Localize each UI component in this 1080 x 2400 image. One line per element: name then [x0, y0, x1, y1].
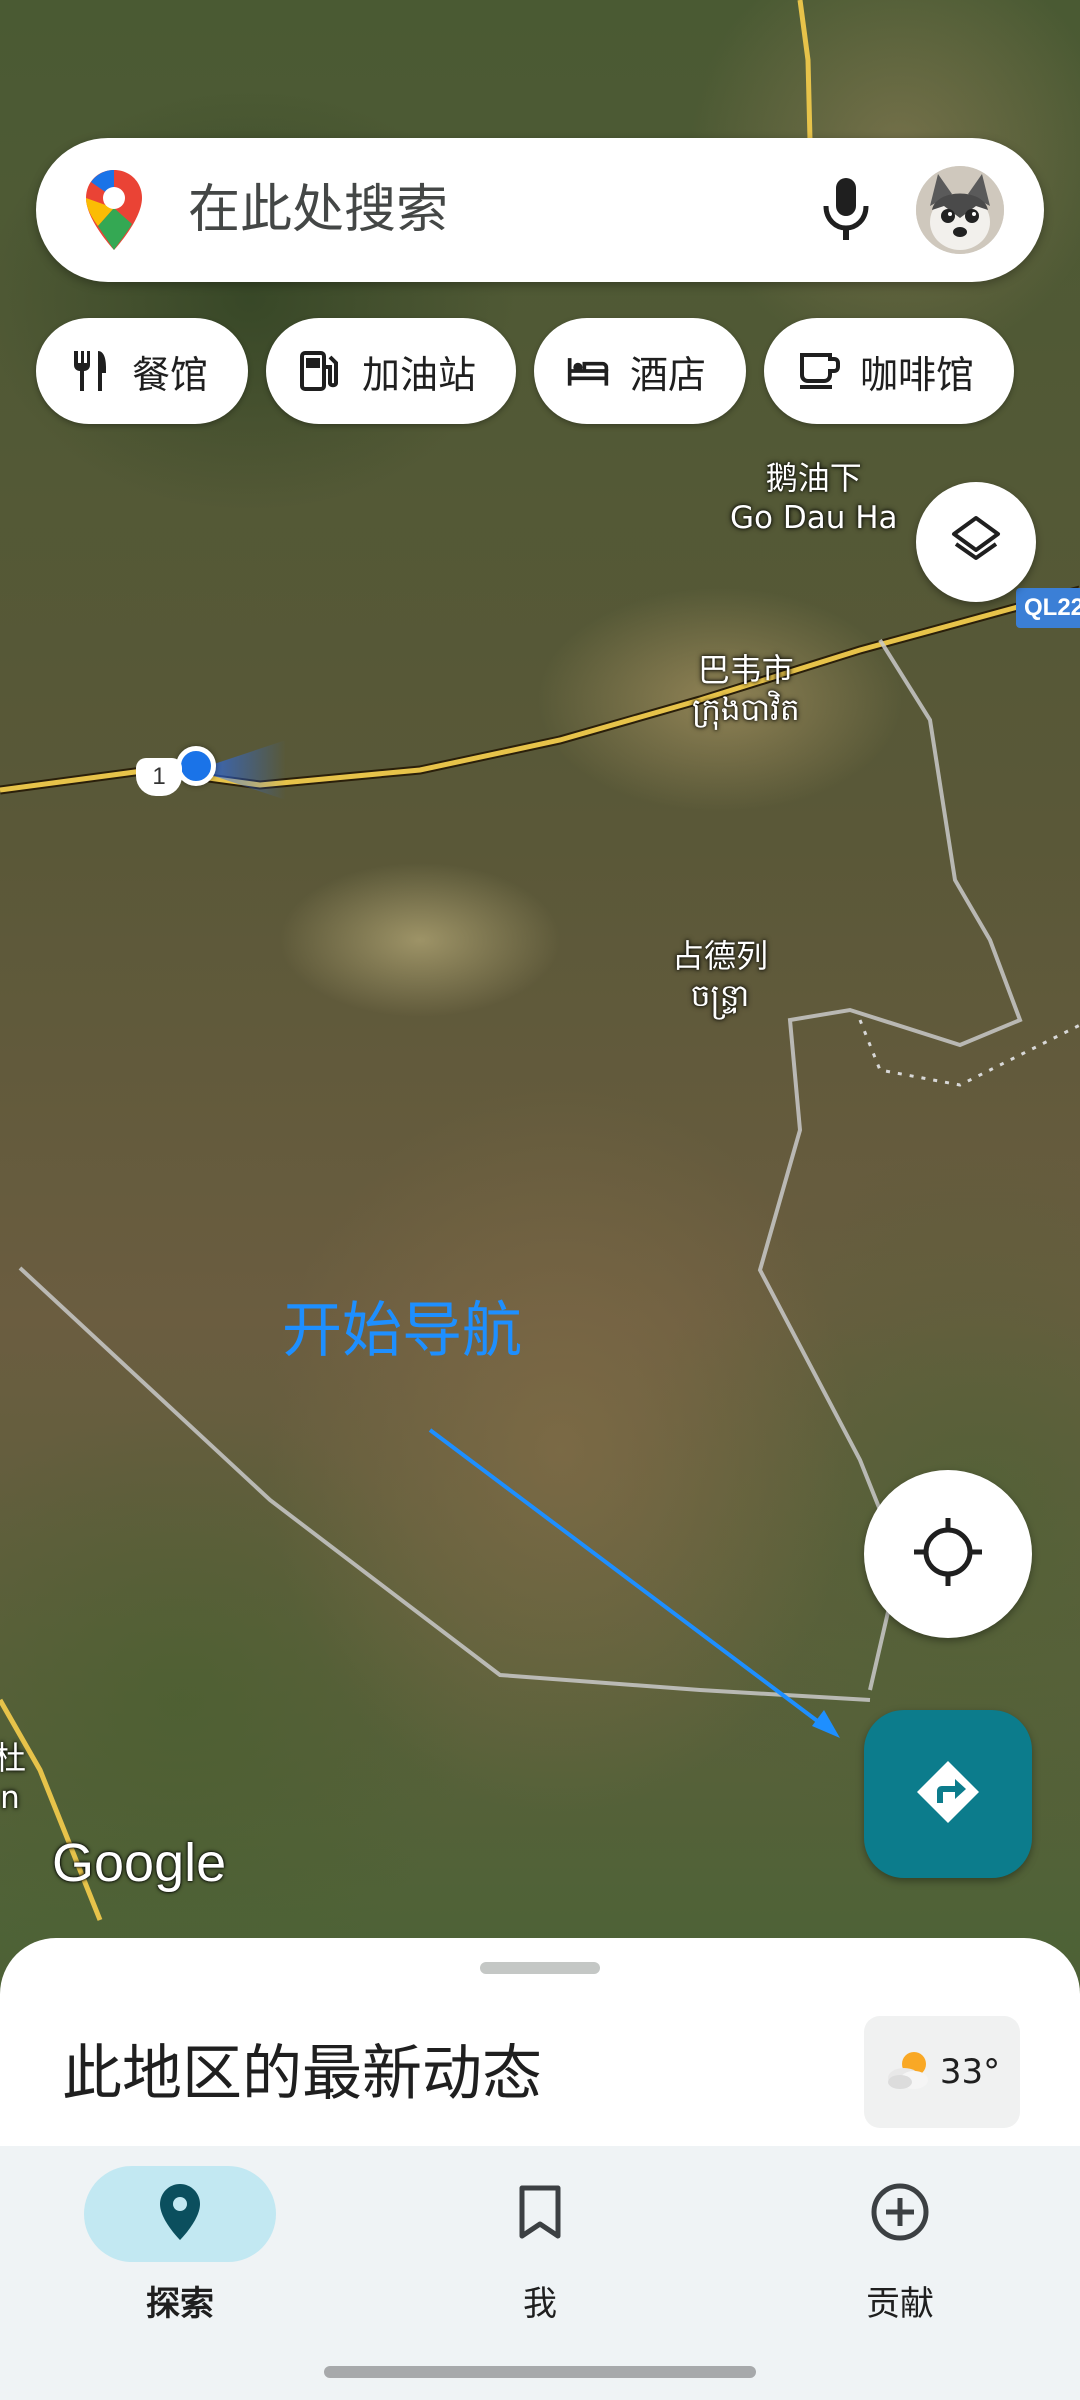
- map-label-chantrea-khmer: ចន្ទ្រា: [690, 978, 750, 1014]
- bottom-sheet[interactable]: 此地区的最新动态 33°: [0, 1938, 1080, 2158]
- map-label-chantrea[interactable]: 占德列 ចន្ទ្រា: [672, 936, 768, 1016]
- google-logo: Google: [52, 1833, 227, 1893]
- map-label-bavet-cn: 巴韦市: [697, 651, 794, 689]
- chip-restaurants[interactable]: 餐馆: [36, 318, 249, 424]
- add-circle-icon: [870, 2182, 930, 2246]
- nav-contribute-pill[interactable]: [804, 2166, 996, 2262]
- partly-cloudy-icon: [884, 2048, 934, 2096]
- bottom-navigation: 探索 我 贡献: [0, 2146, 1080, 2400]
- highway-shield: 1: [136, 758, 182, 796]
- map-label-go-dau-ha[interactable]: 鹅油下 Go Dau Ha: [730, 458, 898, 538]
- directions-button[interactable]: [864, 1710, 1032, 1878]
- cafe-icon: [796, 349, 841, 393]
- pin-icon: [158, 2182, 202, 2246]
- chip-label: 酒店: [630, 352, 707, 397]
- nav-explore-pill[interactable]: [84, 2166, 276, 2262]
- app-root: 1 QL22 鹅油下 Go Dau Ha 巴韦市 ក្រុងបាវិត 占德列 …: [0, 0, 1080, 2400]
- chip-cafes[interactable]: 咖啡馆: [764, 318, 1015, 424]
- map-label-go-dau-ha-cn: 鹅油下: [765, 459, 862, 497]
- layers-icon: [948, 512, 1004, 572]
- gas-station-icon: [298, 349, 342, 393]
- map-label-bavet-khmer: ក្រុងបាវិត: [692, 692, 800, 728]
- search-placeholder[interactable]: 在此处搜索: [188, 180, 448, 240]
- bookmark-icon: [518, 2184, 562, 2244]
- map-label-edge-left-1: 杜: [0, 1739, 27, 1777]
- nav-contribute-label: 贡献: [866, 2284, 934, 2324]
- sheet-drag-handle[interactable]: [480, 1962, 600, 1974]
- weather-chip[interactable]: 33°: [864, 2016, 1020, 2128]
- map-label-chantrea-cn: 占德列: [672, 937, 769, 975]
- nav-explore[interactable]: 探索: [80, 2166, 280, 2356]
- chip-hotels[interactable]: 酒店: [534, 318, 747, 424]
- crosshair-icon: [912, 1516, 984, 1592]
- restaurant-icon: [68, 349, 112, 393]
- nav-me-label: 我: [523, 2284, 557, 2324]
- search-bar[interactable]: 在此处搜索: [36, 138, 1044, 282]
- sheet-title: 此地区的最新动态: [62, 2039, 542, 2109]
- nav-me[interactable]: 我: [440, 2166, 640, 2356]
- chip-gas-stations[interactable]: 加油站: [266, 318, 517, 424]
- start-navigation-annotation: 开始导航: [282, 1296, 522, 1366]
- nav-me-pill[interactable]: [444, 2166, 636, 2262]
- layers-button[interactable]: [916, 482, 1036, 602]
- maps-logo-icon: [84, 168, 144, 256]
- weather-temperature: 33°: [939, 2052, 1001, 2092]
- route-shield: QL22: [1016, 588, 1080, 628]
- chip-label: 加油站: [362, 352, 477, 397]
- map-label-bavet[interactable]: 巴韦市 ក្រុងបាវិត: [692, 650, 800, 730]
- current-location-dot: [176, 746, 216, 786]
- map-label-go-dau-ha-latin: Go Dau Ha: [730, 500, 898, 536]
- nav-explore-label: 探索: [146, 2284, 214, 2324]
- home-indicator[interactable]: [324, 2366, 756, 2378]
- category-chips: 餐馆 加油站 酒店 咖啡馆: [36, 318, 1015, 424]
- hotel-icon: [566, 349, 610, 393]
- avatar[interactable]: [916, 166, 1004, 254]
- microphone-icon[interactable]: [816, 174, 876, 250]
- chip-label: 咖啡馆: [860, 352, 975, 397]
- directions-icon: [913, 1757, 983, 1831]
- my-location-button[interactable]: [864, 1470, 1032, 1638]
- nav-contribute[interactable]: 贡献: [800, 2166, 1000, 2356]
- chip-label: 餐馆: [132, 352, 209, 397]
- map-label-edge-left: 杜 n: [0, 1738, 26, 1818]
- map-label-edge-left-2: n: [0, 1780, 20, 1816]
